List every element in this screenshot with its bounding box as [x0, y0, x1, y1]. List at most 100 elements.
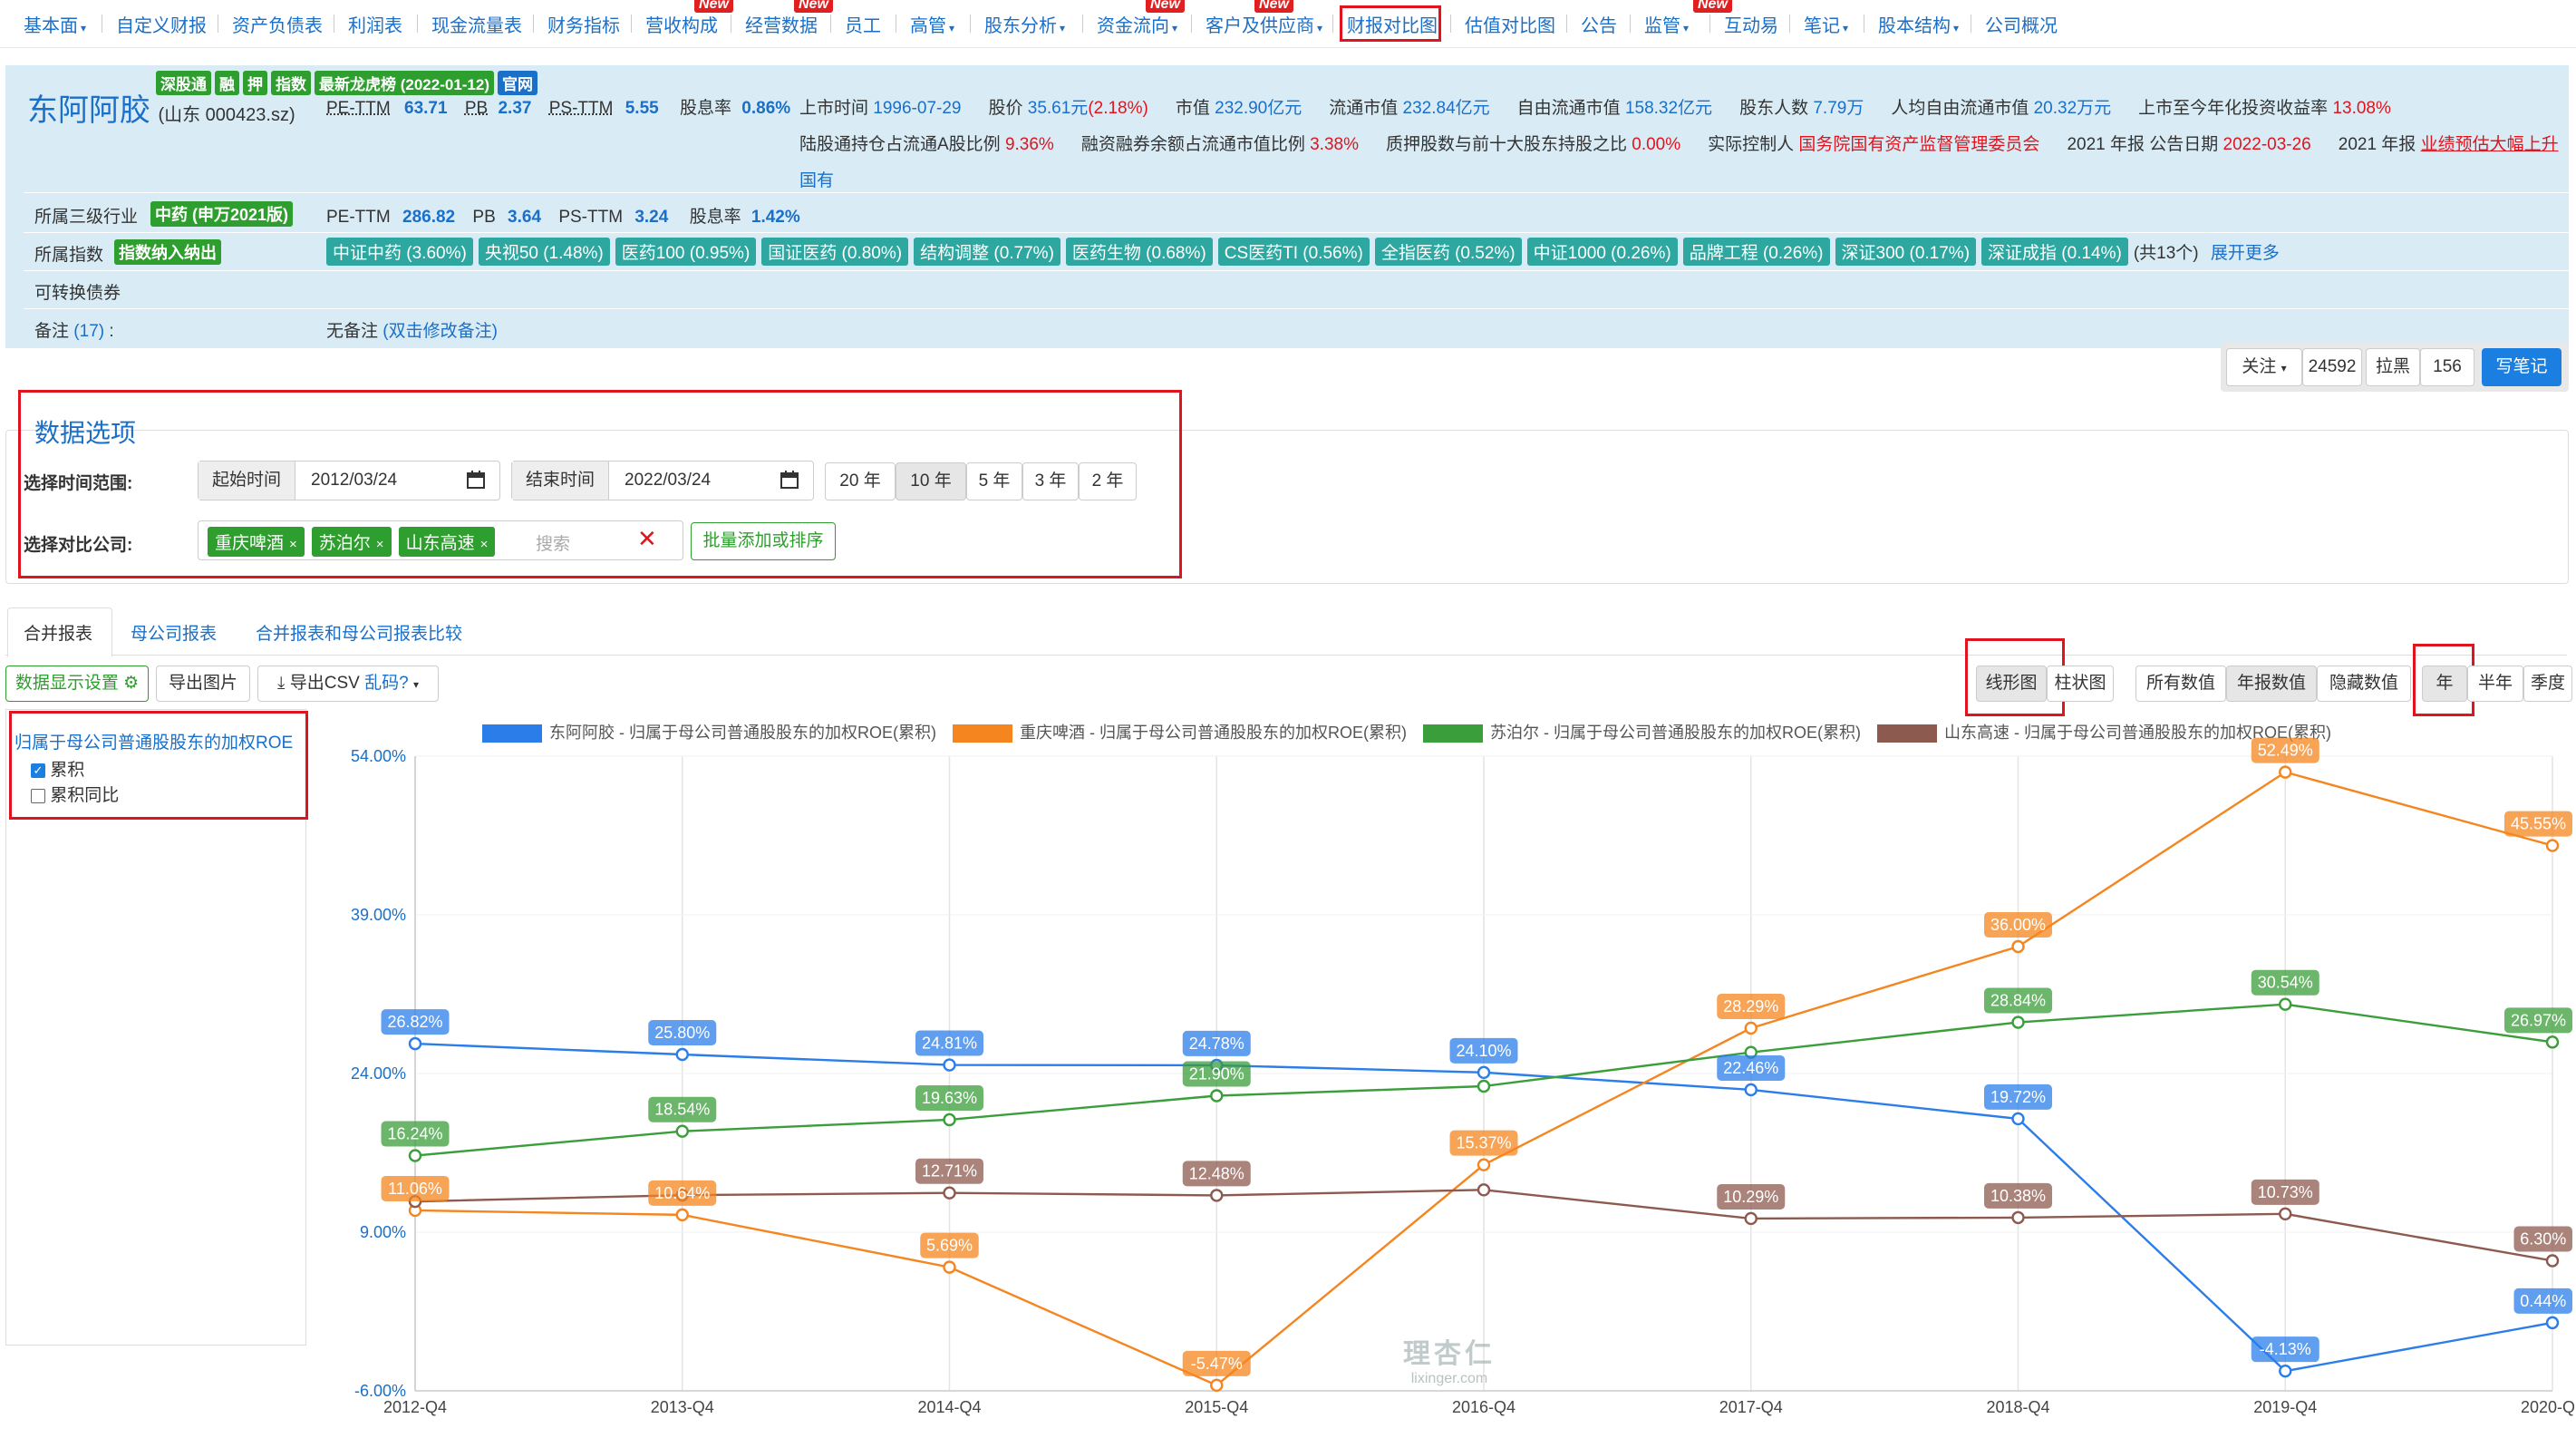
- company-tag[interactable]: 深股通: [156, 71, 211, 95]
- index-tag[interactable]: CS医药TI (0.56%): [1217, 238, 1370, 266]
- remark-count[interactable]: (17): [73, 322, 104, 341]
- data-point[interactable]: [2545, 839, 2560, 852]
- nav-item[interactable]: 公告: [1577, 9, 1621, 39]
- data-point[interactable]: [943, 1186, 956, 1200]
- data-point[interactable]: [943, 1260, 956, 1274]
- index-change-tag[interactable]: 指数纳入纳出: [114, 239, 221, 265]
- index-tag[interactable]: 深证300 (0.17%): [1835, 238, 1977, 266]
- company-name[interactable]: 东阿阿胶: [27, 93, 150, 128]
- nav-item[interactable]: 自定义财报: [112, 9, 210, 39]
- company-chip[interactable]: 山东高速 ×: [398, 527, 496, 557]
- index-tag[interactable]: 全指医药 (0.52%): [1374, 238, 1522, 266]
- company-tag[interactable]: 官网: [498, 71, 538, 95]
- block-count[interactable]: 156: [2420, 348, 2474, 386]
- company-tag[interactable]: 融: [215, 71, 239, 95]
- nav-item[interactable]: 监管 ▾: [1641, 9, 1692, 39]
- data-point[interactable]: [408, 1036, 422, 1051]
- index-tag[interactable]: 中证中药 (3.60%): [326, 238, 473, 266]
- remove-chip-icon[interactable]: ×: [480, 537, 489, 552]
- garbled-link[interactable]: 乱码?: [364, 674, 409, 693]
- nav-item[interactable]: 营收构成: [642, 9, 721, 39]
- nav-item[interactable]: 高管 ▾: [906, 9, 958, 39]
- write-note-button[interactable]: 写笔记: [2482, 348, 2561, 386]
- clear-icon[interactable]: ✕: [637, 525, 657, 553]
- tab-compare[interactable]: 合并报表和母公司报表比较: [256, 620, 462, 645]
- nav-item[interactable]: 经营数据: [741, 9, 821, 39]
- index-tag[interactable]: 医药100 (0.95%): [615, 238, 757, 266]
- data-point[interactable]: [2545, 1254, 2560, 1268]
- checkbox-checked-icon[interactable]: ✓: [31, 763, 45, 778]
- data-point[interactable]: [2011, 1112, 2025, 1126]
- industry-tag[interactable]: 中药 (申万2021版): [150, 201, 294, 227]
- nav-item[interactable]: 利润表: [344, 9, 406, 39]
- index-tag[interactable]: 医药生物 (0.68%): [1065, 238, 1213, 266]
- metric-option-yoy[interactable]: 累积同比: [31, 782, 119, 806]
- data-point[interactable]: [2011, 939, 2025, 954]
- data-point[interactable]: [1744, 1083, 1758, 1097]
- follow-count[interactable]: 24592: [2302, 348, 2362, 386]
- batch-add-button[interactable]: 批量添加或排序: [691, 522, 836, 560]
- data-point[interactable]: [2279, 1207, 2292, 1221]
- nav-item[interactable]: 笔记 ▾: [1800, 9, 1852, 39]
- nav-item[interactable]: 客户及供应商 ▾: [1202, 9, 1326, 39]
- nav-item[interactable]: 资产负债表: [228, 9, 326, 39]
- tab-consolidated[interactable]: 合并报表: [24, 620, 92, 645]
- period-button[interactable]: 2 年: [1079, 462, 1137, 500]
- tab-parent[interactable]: 母公司报表: [131, 620, 217, 645]
- data-point[interactable]: [675, 1124, 689, 1138]
- start-date-input[interactable]: 2012/03/24: [311, 471, 397, 491]
- nav-item[interactable]: 股东分析 ▾: [981, 9, 1069, 39]
- data-point[interactable]: [408, 1149, 422, 1162]
- data-point[interactable]: [2545, 1316, 2560, 1330]
- data-point[interactable]: [1477, 1079, 1491, 1093]
- data-point[interactable]: [675, 1208, 689, 1222]
- data-point[interactable]: [1477, 1158, 1491, 1171]
- nav-item[interactable]: 基本面 ▾: [20, 9, 90, 39]
- period-button[interactable]: 3 年: [1022, 462, 1079, 500]
- period-button[interactable]: 5 年: [966, 462, 1022, 500]
- quarter-button[interactable]: 季度: [2523, 666, 2572, 702]
- calendar-icon[interactable]: [465, 469, 487, 495]
- data-point[interactable]: [2545, 1035, 2560, 1049]
- export-image-button[interactable]: 导出图片: [156, 666, 250, 702]
- company-tag[interactable]: 最新龙虎榜 (2022-01-12): [315, 71, 495, 95]
- ps-label[interactable]: PS-TTM: [549, 99, 614, 118]
- nav-item[interactable]: 估值对比图: [1461, 9, 1559, 39]
- checkbox-unchecked-icon[interactable]: [31, 788, 45, 803]
- index-tag[interactable]: 结构调整 (0.77%): [914, 238, 1060, 266]
- block-button[interactable]: 拉黑: [2366, 348, 2420, 386]
- remove-chip-icon[interactable]: ×: [376, 537, 384, 552]
- data-point[interactable]: [943, 1113, 956, 1127]
- end-date-input[interactable]: 2022/03/24: [625, 471, 711, 491]
- data-point[interactable]: [2279, 997, 2292, 1011]
- index-tag[interactable]: 央视50 (1.48%): [478, 238, 610, 266]
- data-point[interactable]: [1744, 1211, 1758, 1226]
- year-button[interactable]: 年: [2422, 666, 2467, 702]
- remark-text[interactable]: 无备注 (双击修改备注): [326, 317, 498, 342]
- annual-values-button[interactable]: 年报数值: [2226, 666, 2317, 702]
- nav-item[interactable]: 公司概况: [1981, 9, 2061, 39]
- data-point[interactable]: [675, 1047, 689, 1062]
- data-point[interactable]: [2011, 1210, 2025, 1225]
- nav-item[interactable]: 员工: [841, 9, 885, 39]
- index-tag[interactable]: 国证医药 (0.80%): [761, 238, 909, 266]
- metric-title[interactable]: 归属于母公司普通股股东的加权ROE: [15, 729, 293, 753]
- index-tag[interactable]: 深证成指 (0.14%): [1981, 238, 2128, 266]
- line-chart-button[interactable]: 线形图: [1976, 666, 2047, 702]
- display-settings-button[interactable]: 数据显示设置 ⚙: [5, 666, 149, 702]
- all-values-button[interactable]: 所有数值: [2135, 666, 2226, 702]
- data-point[interactable]: [2279, 1364, 2292, 1378]
- export-csv-button[interactable]: ⤓ 导出CSV 乱码? ▾: [257, 666, 439, 702]
- index-tag[interactable]: 中证1000 (0.26%): [1526, 238, 1678, 266]
- company-tag[interactable]: 押: [243, 71, 267, 95]
- period-button[interactable]: 10 年: [896, 462, 966, 500]
- data-point[interactable]: [943, 1058, 956, 1072]
- search-input[interactable]: 搜索: [536, 530, 570, 555]
- remove-chip-icon[interactable]: ×: [289, 537, 297, 552]
- pe-label[interactable]: PE-TTM: [326, 99, 391, 118]
- data-point[interactable]: [1477, 1065, 1491, 1080]
- hide-values-button[interactable]: 隐藏数值: [2317, 666, 2411, 702]
- data-point[interactable]: [1210, 1089, 1224, 1103]
- company-chip[interactable]: 重庆啤酒 ×: [208, 527, 305, 557]
- nav-item[interactable]: 资金流向 ▾: [1093, 9, 1181, 39]
